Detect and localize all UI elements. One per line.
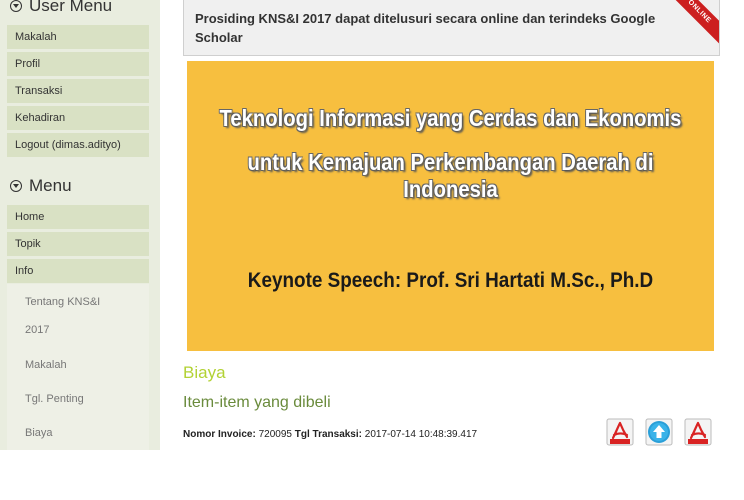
- banner-keynote: Keynote Speech: Prof. Sri Hartati M.Sc.,…: [247, 269, 654, 292]
- submenu-item-biaya[interactable]: Biaya: [25, 419, 53, 447]
- submenu-item-tentang-year[interactable]: 2017: [25, 316, 49, 344]
- menu-item-home[interactable]: Home: [7, 205, 149, 229]
- keynote-banner: Teknologi Informasi yang Cerdas dan Ekon…: [187, 61, 714, 351]
- announcement-text: Prosiding KNS&I 2017 dapat ditelusuri se…: [195, 11, 656, 45]
- section-title: Biaya: [183, 363, 226, 382]
- date-label: Tgl Transaksi:: [294, 429, 362, 440]
- circle-arrow-down-icon: [10, 180, 22, 192]
- user-menu-item-profil[interactable]: Profil: [7, 52, 149, 76]
- user-menu-item-transaksi[interactable]: Transaksi: [7, 79, 149, 103]
- menu-heading: Menu: [10, 176, 72, 196]
- invoice-number: 720095: [258, 429, 292, 440]
- user-menu-item-kehadiran[interactable]: Kehadiran: [7, 106, 149, 130]
- user-menu-heading: User Menu: [10, 0, 112, 16]
- section-subtitle: Item-item yang dibeli: [183, 394, 331, 411]
- submenu-item-tgl-penting[interactable]: Tgl. Penting: [25, 385, 84, 413]
- invoice-line: Nomor Invoice: 720095 Tgl Transaksi: 201…: [183, 429, 477, 440]
- upload-icon[interactable]: [645, 418, 673, 446]
- menu-item-topik[interactable]: Topik: [7, 232, 149, 256]
- menu-item-info[interactable]: Info: [7, 259, 149, 283]
- circle-arrow-down-icon: [10, 0, 22, 12]
- user-menu-title: User Menu: [29, 0, 113, 15]
- submenu-item-makalah[interactable]: Makalah: [25, 351, 67, 379]
- pdf-icon[interactable]: [606, 418, 634, 446]
- banner-title-line2: untuk Kemajuan Perkembangan Daerah di In…: [247, 149, 654, 202]
- user-menu-item-logout[interactable]: Logout (dimas.adityo): [7, 133, 149, 157]
- date-value: 2017-07-14 10:48:39.417: [364, 429, 478, 440]
- announcement-box: Prosiding KNS&I 2017 dapat ditelusuri se…: [183, 0, 720, 56]
- invoice-label: Nomor Invoice:: [183, 429, 256, 440]
- submenu-item-tentang[interactable]: Tentang KNS&I: [25, 288, 100, 316]
- pdf-icon[interactable]: [684, 418, 712, 446]
- menu-title: Menu: [29, 176, 72, 195]
- banner-title-line1: Teknologi Informasi yang Cerdas dan Ekon…: [219, 105, 682, 131]
- user-menu-item-makalah[interactable]: Makalah: [7, 25, 149, 49]
